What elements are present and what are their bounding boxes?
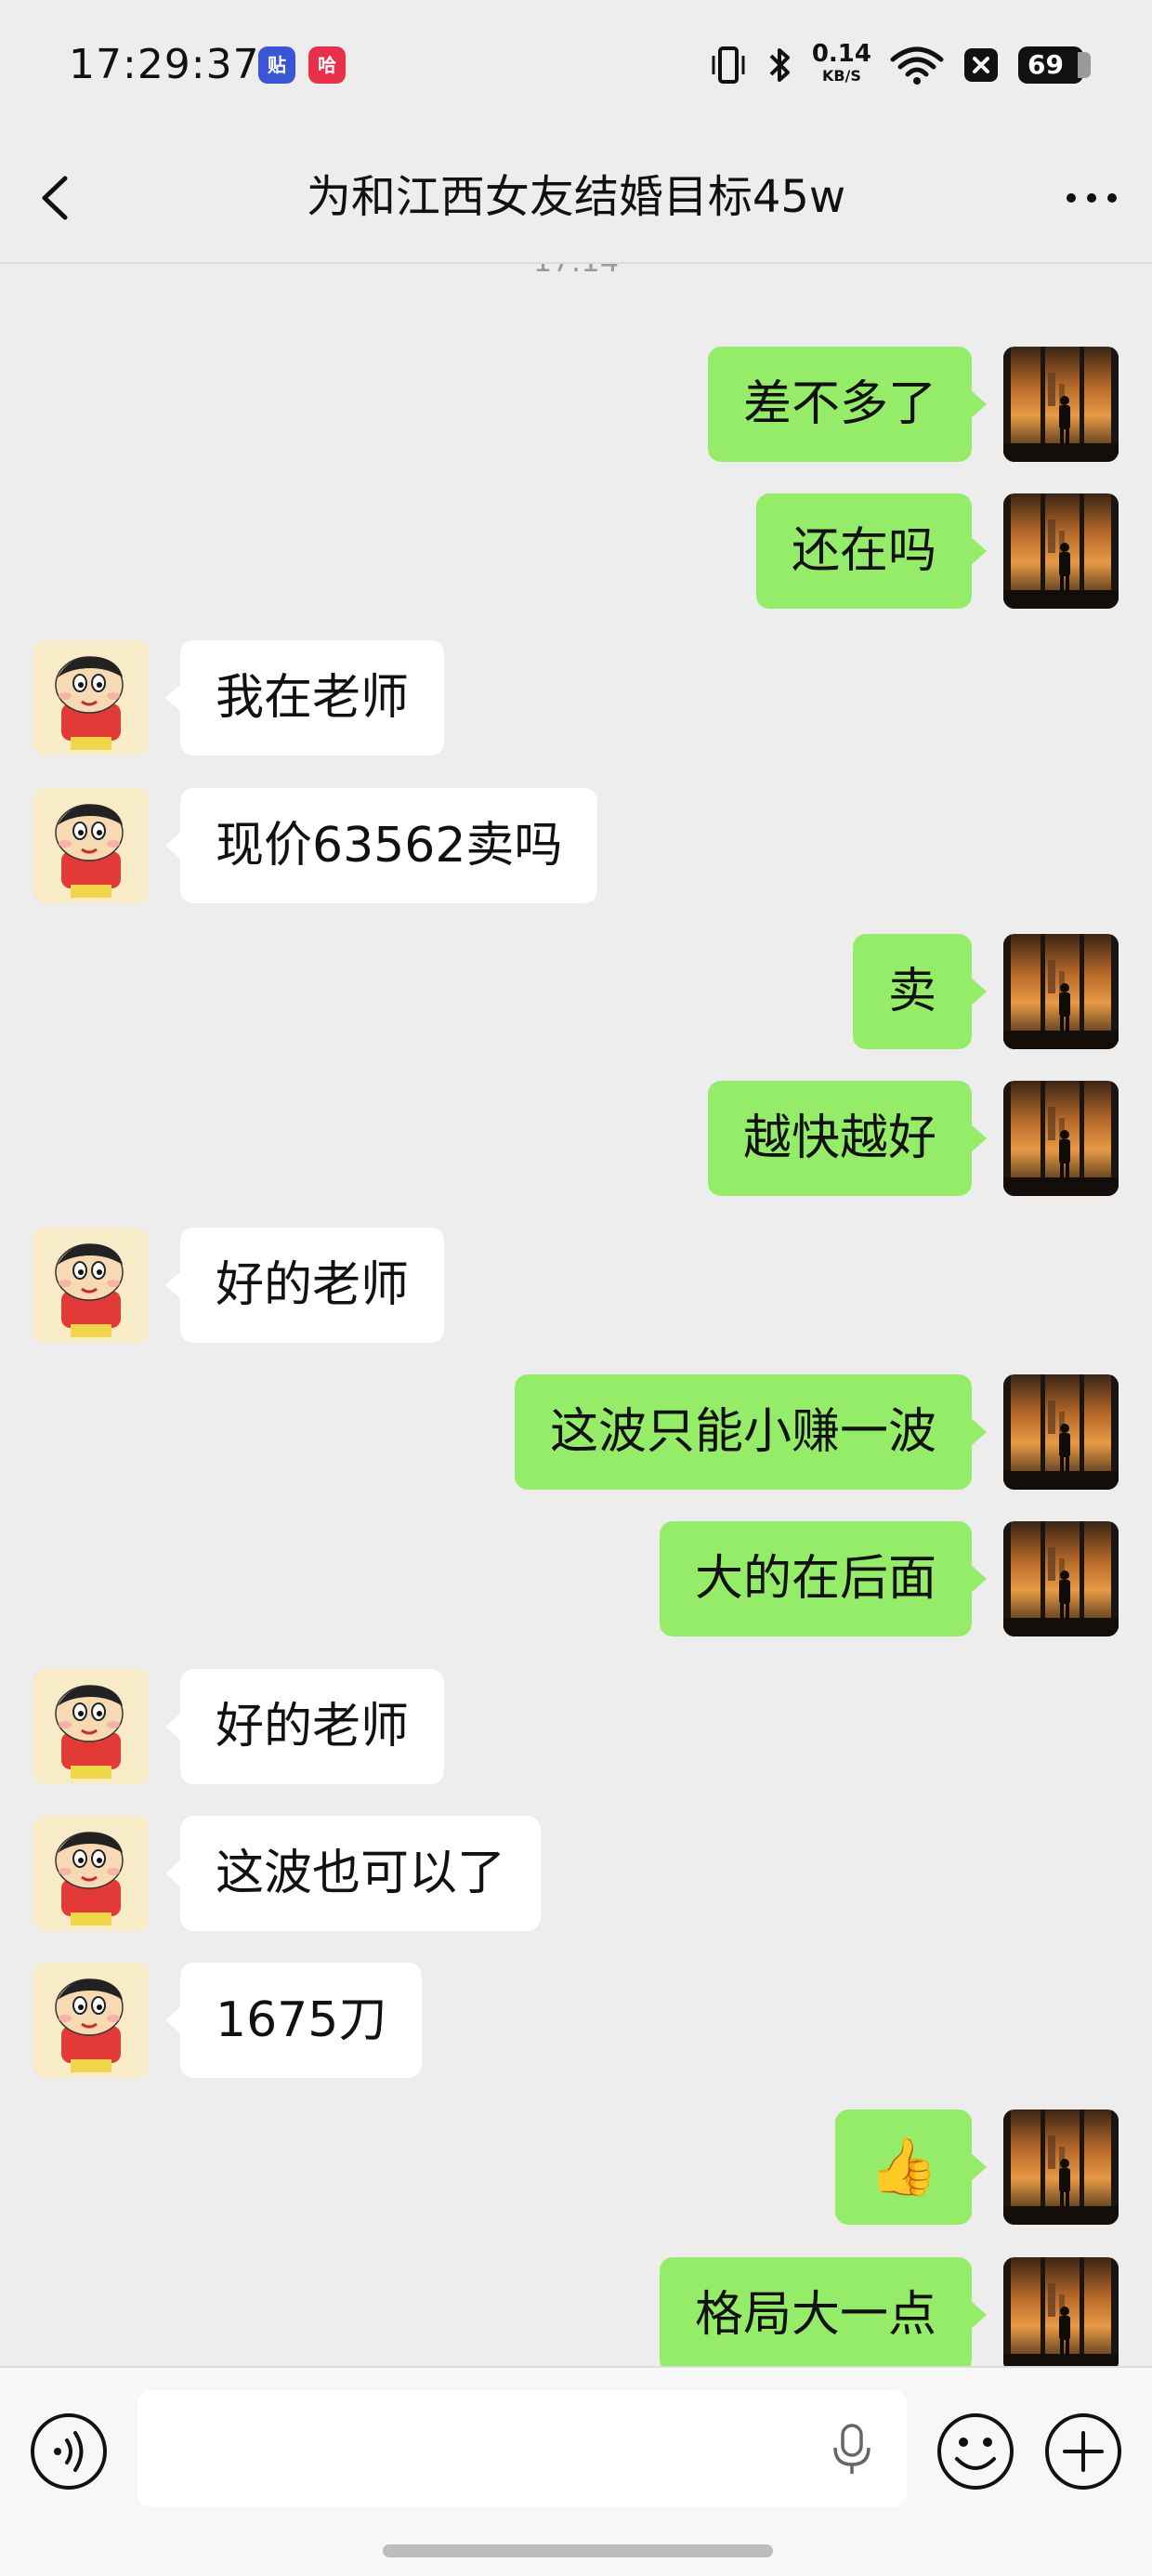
emoji-icon[interactable]	[935, 2411, 1016, 2492]
avatar[interactable]	[1003, 934, 1119, 1049]
avatar[interactable]	[1003, 1374, 1119, 1490]
avatar[interactable]	[1003, 1521, 1119, 1636]
message-bubble[interactable]: 越快越好	[707, 1081, 988, 1196]
avatar[interactable]	[1003, 2109, 1119, 2225]
message-bubble[interactable]: 大的在后面	[659, 1521, 988, 1636]
message-bubble[interactable]: 👍	[835, 2109, 987, 2225]
message-bubble[interactable]: 这波也可以了	[164, 1816, 542, 1931]
message-bubble[interactable]: 现价63562卖吗	[164, 788, 598, 903]
net-speed-value: 0.14	[811, 40, 871, 68]
message-outgoing: 大的在后面	[0, 1521, 1152, 1636]
message-bubble[interactable]: 我在老师	[164, 640, 445, 756]
avatar[interactable]	[33, 788, 149, 903]
status-bar: 17:29:37 贴 哈 0.14 KB/S 69	[0, 0, 1152, 132]
tieba-app-icon: 贴	[258, 46, 295, 84]
message-bubble[interactable]: 1675刀	[164, 1963, 423, 2078]
avatar[interactable]	[33, 1669, 149, 1784]
message-outgoing: 卖	[0, 934, 1152, 1049]
message-bubble[interactable]: 还在吗	[755, 493, 988, 609]
message-incoming: 现价63562卖吗	[0, 788, 1152, 903]
message-incoming: 我在老师	[0, 640, 1152, 756]
message-outgoing: 还在吗	[0, 493, 1152, 609]
avatar[interactable]	[1003, 493, 1119, 609]
message-bubble[interactable]: 差不多了	[707, 347, 988, 462]
message-input[interactable]	[137, 2390, 907, 2507]
net-speed: 0.14 KB/S	[811, 40, 871, 87]
message-incoming: 1675刀	[0, 1963, 1152, 2078]
avatar[interactable]	[33, 1228, 149, 1343]
notification-app-icon: 哈	[308, 46, 346, 84]
message-bubble[interactable]: 卖	[852, 934, 988, 1049]
message-bubble[interactable]: 好的老师	[164, 1228, 445, 1343]
message-incoming: 这波也可以了	[0, 1816, 1152, 1931]
message-outgoing: 越快越好	[0, 1081, 1152, 1196]
message-outgoing: 这波只能小赚一波	[0, 1374, 1152, 1490]
more-icon[interactable]	[1059, 175, 1124, 221]
message-incoming: 好的老师	[0, 1228, 1152, 1343]
message-outgoing: 👍	[0, 2109, 1152, 2225]
status-time: 17:29:37	[69, 41, 260, 88]
avatar[interactable]	[33, 640, 149, 756]
bluetooth-icon	[769, 48, 790, 82]
message-list[interactable]: 17:14 差不多了 还在吗 我在老师 现价63562卖吗 卖 越快越好 好的老…	[0, 264, 1152, 2366]
mic-icon[interactable]	[830, 2422, 874, 2477]
battery-icon: 69	[1018, 46, 1091, 84]
message-bubble[interactable]: 这波只能小赚一波	[514, 1374, 988, 1490]
avatar[interactable]	[33, 1816, 149, 1931]
chat-header: 为和江西女友结婚目标45w	[0, 132, 1152, 264]
vibrate-icon	[712, 46, 745, 84]
wifi-icon	[890, 46, 944, 85]
message-bubble[interactable]: 好的老师	[164, 1669, 445, 1784]
message-outgoing: 差不多了	[0, 347, 1152, 462]
voice-icon[interactable]	[28, 2411, 110, 2492]
chat-title: 为和江西女友结婚目标45w	[306, 171, 846, 223]
close-box-icon	[964, 48, 998, 82]
input-bar	[0, 2366, 1152, 2576]
avatar[interactable]	[1003, 347, 1119, 462]
message-timestamp: 17:14	[0, 264, 1152, 279]
plus-icon[interactable]	[1042, 2411, 1124, 2492]
message-outgoing: 格局大一点	[0, 2257, 1152, 2366]
message-incoming: 好的老师	[0, 1669, 1152, 1784]
chevron-left-icon[interactable]	[28, 165, 84, 230]
net-speed-unit: KB/S	[821, 67, 861, 85]
avatar[interactable]	[1003, 1081, 1119, 1196]
message-bubble[interactable]: 格局大一点	[659, 2257, 988, 2366]
home-indicator[interactable]	[383, 2544, 773, 2557]
avatar[interactable]	[1003, 2257, 1119, 2366]
avatar[interactable]	[33, 1963, 149, 2078]
